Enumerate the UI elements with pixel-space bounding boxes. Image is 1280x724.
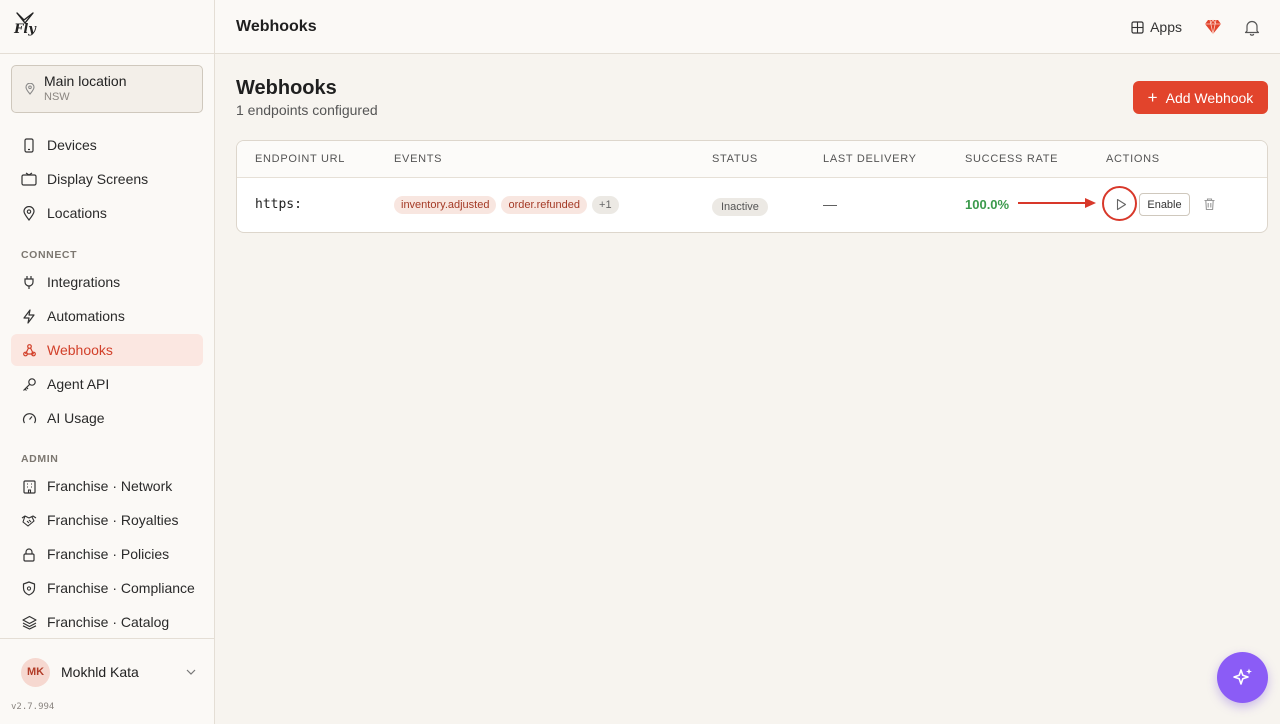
logo-row: Fly xyxy=(0,0,214,54)
sidebar-item-label: AI Usage xyxy=(47,410,105,426)
map-pin-icon xyxy=(21,205,37,221)
building-icon xyxy=(21,478,37,494)
column-header-actions: ACTIONS xyxy=(1106,153,1160,165)
column-header-success-rate: SUCCESS RATE xyxy=(965,153,1059,165)
add-webhook-button[interactable]: + Add Webhook xyxy=(1133,81,1268,114)
column-header-events: EVENTS xyxy=(394,153,443,165)
logo-text: Fly xyxy=(14,21,36,37)
table-row: https: inventory.adjusted order.refunded… xyxy=(237,178,1267,232)
topbar-actions: Apps xyxy=(1131,0,1260,54)
apps-label: Apps xyxy=(1150,19,1182,35)
sidebar-item-franchise-network[interactable]: Franchise · Network xyxy=(11,470,203,502)
sidebar-item-locations[interactable]: Locations xyxy=(11,197,203,229)
event-chips: inventory.adjusted order.refunded +1 xyxy=(394,196,624,214)
sidebar-footer: MK Mokhld Kata v2.7.994 xyxy=(0,638,214,724)
gem-icon[interactable] xyxy=(1204,19,1222,35)
sidebar-item-label: Locations xyxy=(47,205,107,221)
zap-icon xyxy=(21,308,37,324)
sidebar-item-label: Integrations xyxy=(47,274,121,290)
delete-button[interactable] xyxy=(1200,195,1218,213)
sidebar-item-agent-api[interactable]: Agent API xyxy=(11,368,203,400)
sidebar-item-label: Agent API xyxy=(47,376,110,392)
sidebar-item-ai-usage[interactable]: AI Usage xyxy=(11,402,203,434)
last-delivery: — xyxy=(823,196,837,212)
app-version: v2.7.994 xyxy=(11,702,55,712)
more-events-chip: +1 xyxy=(592,196,619,214)
webhooks-table: ENDPOINT URL EVENTS STATUS LAST DELIVERY… xyxy=(236,140,1268,233)
location-selector[interactable]: Main location NSW xyxy=(11,65,203,113)
grid-icon xyxy=(1131,20,1144,34)
avatar: MK xyxy=(21,657,50,687)
sidebar-item-label: Franchise · Compliance xyxy=(47,580,195,596)
user-name: Mokhld Kata xyxy=(61,664,139,680)
status-badge: Inactive xyxy=(712,198,768,216)
column-header-last-delivery: LAST DELIVERY xyxy=(823,153,917,165)
nav-admin: Franchise · Network Franchise · Royaltie… xyxy=(11,470,203,640)
sidebar-item-devices[interactable]: Devices xyxy=(11,129,203,161)
sidebar-item-label: Display Screens xyxy=(47,171,149,187)
column-header-status: STATUS xyxy=(712,153,758,165)
location-region: NSW xyxy=(44,91,70,103)
section-label-admin: ADMIN xyxy=(21,453,59,465)
play-icon xyxy=(1116,198,1127,210)
shield-icon xyxy=(21,580,37,596)
plus-icon: + xyxy=(1147,88,1158,107)
page-subtitle: 1 endpoints configured xyxy=(236,102,378,118)
apps-button[interactable]: Apps xyxy=(1131,19,1182,35)
map-pin-icon xyxy=(24,83,36,95)
column-header-endpoint-url: ENDPOINT URL xyxy=(255,153,346,165)
sidebar-item-label: Devices xyxy=(47,137,97,153)
monitor-icon xyxy=(21,171,37,187)
event-chip: inventory.adjusted xyxy=(394,196,497,214)
topbar: Webhooks Apps xyxy=(215,0,1280,54)
sidebar-item-label: Franchise · Catalog xyxy=(47,614,170,630)
sidebar-item-label: Franchise · Policies xyxy=(47,546,170,562)
sidebar: Fly Main location NSW Devices Display Sc… xyxy=(0,0,215,724)
chevron-down-icon xyxy=(186,669,196,675)
endpoint-url: https: xyxy=(255,197,302,212)
device-icon xyxy=(21,137,37,153)
test-webhook-button[interactable] xyxy=(1110,193,1132,215)
sidebar-item-franchise-compliance[interactable]: Franchise · Compliance xyxy=(11,572,203,604)
sidebar-item-franchise-catalog[interactable]: Franchise · Catalog xyxy=(11,606,203,638)
trash-icon xyxy=(1204,198,1214,211)
webhook-icon xyxy=(21,342,37,358)
sidebar-item-display-screens[interactable]: Display Screens xyxy=(11,163,203,195)
sidebar-item-label: Franchise · Network xyxy=(47,478,173,494)
sparkles-icon xyxy=(1232,668,1252,685)
sidebar-item-integrations[interactable]: Integrations xyxy=(11,266,203,298)
key-icon xyxy=(21,376,37,392)
nav-main: Devices Display Screens Locations xyxy=(11,129,203,231)
sidebar-item-label: Automations xyxy=(47,308,125,324)
layers-icon xyxy=(21,614,37,630)
success-rate: 100.0% xyxy=(965,197,1010,212)
handshake-icon xyxy=(21,512,37,528)
sidebar-item-label: Webhooks xyxy=(47,342,113,358)
ai-assistant-button[interactable] xyxy=(1217,652,1268,703)
enable-button[interactable]: Enable xyxy=(1139,193,1190,216)
page-title: Webhooks xyxy=(236,77,337,99)
sidebar-item-franchise-royalties[interactable]: Franchise · Royalties xyxy=(11,504,203,536)
app-logo[interactable]: Fly xyxy=(12,11,38,42)
sidebar-item-automations[interactable]: Automations xyxy=(11,300,203,332)
plug-icon xyxy=(21,274,37,290)
nav-connect: Integrations Automations Webhooks Agent … xyxy=(11,266,203,436)
bell-icon[interactable] xyxy=(1244,19,1260,36)
topbar-title: Webhooks xyxy=(236,17,317,35)
sidebar-item-franchise-policies[interactable]: Franchise · Policies xyxy=(11,538,203,570)
table-header: ENDPOINT URL EVENTS STATUS LAST DELIVERY… xyxy=(237,141,1267,178)
lock-icon xyxy=(21,546,37,562)
section-label-connect: CONNECT xyxy=(21,249,78,261)
user-menu[interactable]: MK Mokhld Kata xyxy=(21,657,196,687)
event-chip: order.refunded xyxy=(501,196,588,214)
sidebar-item-webhooks[interactable]: Webhooks xyxy=(11,334,203,366)
location-name: Main location xyxy=(44,73,127,89)
gauge-icon xyxy=(21,410,37,426)
add-webhook-label: Add Webhook xyxy=(1165,89,1254,106)
sidebar-item-label: Franchise · Royalties xyxy=(47,512,179,528)
